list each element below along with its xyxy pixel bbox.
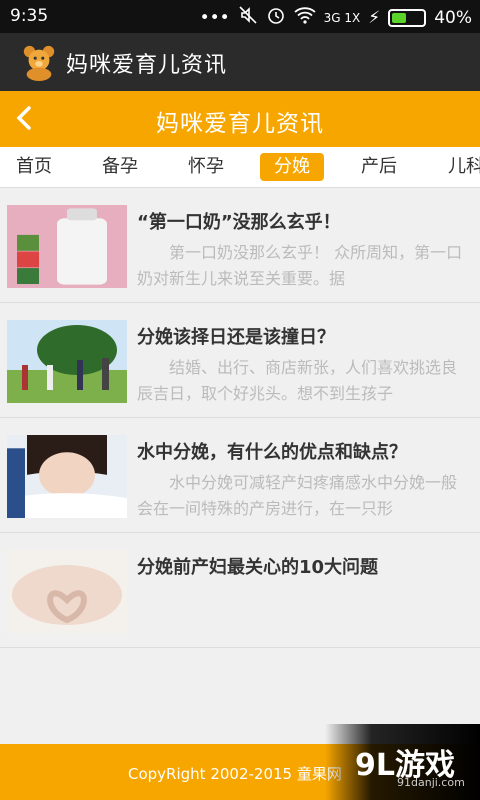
article-list: “第一口奶”没那么玄乎！ 第一口奶没那么玄乎！ 众所周知，第一口奶对新生儿来说至… bbox=[0, 188, 480, 648]
tab-postpartum[interactable]: 产后 bbox=[347, 153, 411, 181]
signal-icon: 3G 1X bbox=[323, 10, 361, 25]
list-item[interactable]: 水中分娩，有什么的优点和缺点？ 水中分娩可减轻产妇疼痛感水中分娩一般会在一间特殊… bbox=[0, 418, 480, 533]
article-summary: 第一口奶没那么玄乎！ 众所周知，第一口奶对新生儿来说至关重要。据 bbox=[137, 243, 463, 288]
article-thumbnail bbox=[7, 205, 127, 288]
list-item[interactable]: 分娩该择日还是该撞日？ 结婚、出行、商店新张，人们喜欢挑选良辰吉日，取个好兆头。… bbox=[0, 303, 480, 418]
copyright-text: CopyRight 2002-2015 童果网 bbox=[128, 765, 342, 783]
article-summary: 水中分娩可减轻产妇疼痛感水中分娩一般会在一间特殊的产房进行，在一只形 bbox=[137, 473, 458, 518]
status-icons: ••• 3G 1X ⚡ 40% bbox=[200, 5, 472, 30]
page-header: 妈咪爱育儿资讯 bbox=[0, 91, 480, 147]
category-tabs: 首页 备孕 怀孕 分娩 产后 儿科 bbox=[0, 147, 480, 188]
mute-icon bbox=[238, 5, 258, 30]
article-thumbnail bbox=[7, 320, 127, 403]
wifi-icon bbox=[294, 6, 316, 29]
app-bar: 妈咪爱育儿资讯 bbox=[0, 33, 480, 91]
status-bar: 9:35 ••• 3G 1X ⚡ 40% bbox=[0, 0, 480, 33]
tab-pregnancy[interactable]: 怀孕 bbox=[174, 153, 238, 181]
list-item[interactable]: “第一口奶”没那么玄乎！ 第一口奶没那么玄乎！ 众所周知，第一口奶对新生儿来说至… bbox=[0, 188, 480, 303]
battery-fill bbox=[392, 12, 406, 23]
watermark-url: 91danji.com bbox=[397, 776, 465, 789]
status-time: 9:35 bbox=[10, 6, 49, 26]
teddy-bear-icon bbox=[23, 45, 55, 81]
tab-childbirth[interactable]: 分娩 bbox=[260, 153, 324, 181]
article-title: “第一口奶”没那么玄乎！ bbox=[137, 212, 341, 233]
more-dots-icon: ••• bbox=[199, 7, 230, 28]
article-title: 分娩前产妇最关心的10大问题 bbox=[137, 557, 379, 578]
tab-pediatrics[interactable]: 儿科 bbox=[434, 153, 480, 181]
page-title: 妈咪爱育儿资讯 bbox=[156, 111, 324, 137]
article-title: 分娩该择日还是该撞日？ bbox=[137, 327, 335, 348]
list-item[interactable]: 分娩前产妇最关心的10大问题 bbox=[0, 533, 480, 648]
charging-icon: ⚡ bbox=[368, 7, 381, 28]
article-thumbnail bbox=[7, 435, 127, 518]
app-title: 妈咪爱育儿资讯 bbox=[66, 53, 228, 78]
alarm-icon bbox=[266, 5, 286, 30]
article-summary bbox=[137, 585, 472, 637]
article-thumbnail bbox=[7, 550, 127, 633]
battery-percent: 40% bbox=[434, 7, 472, 28]
battery-icon bbox=[388, 8, 427, 27]
article-summary: 结婚、出行、商店新张，人们喜欢挑选良辰吉日，取个好兆头。想不到生孩子 bbox=[137, 358, 458, 403]
article-title: 水中分娩，有什么的优点和缺点？ bbox=[137, 442, 407, 463]
tab-home[interactable]: 首页 bbox=[2, 153, 66, 181]
site-watermark: 9L游戏 91danji.com bbox=[325, 724, 480, 800]
tab-preconception[interactable]: 备孕 bbox=[88, 153, 152, 181]
